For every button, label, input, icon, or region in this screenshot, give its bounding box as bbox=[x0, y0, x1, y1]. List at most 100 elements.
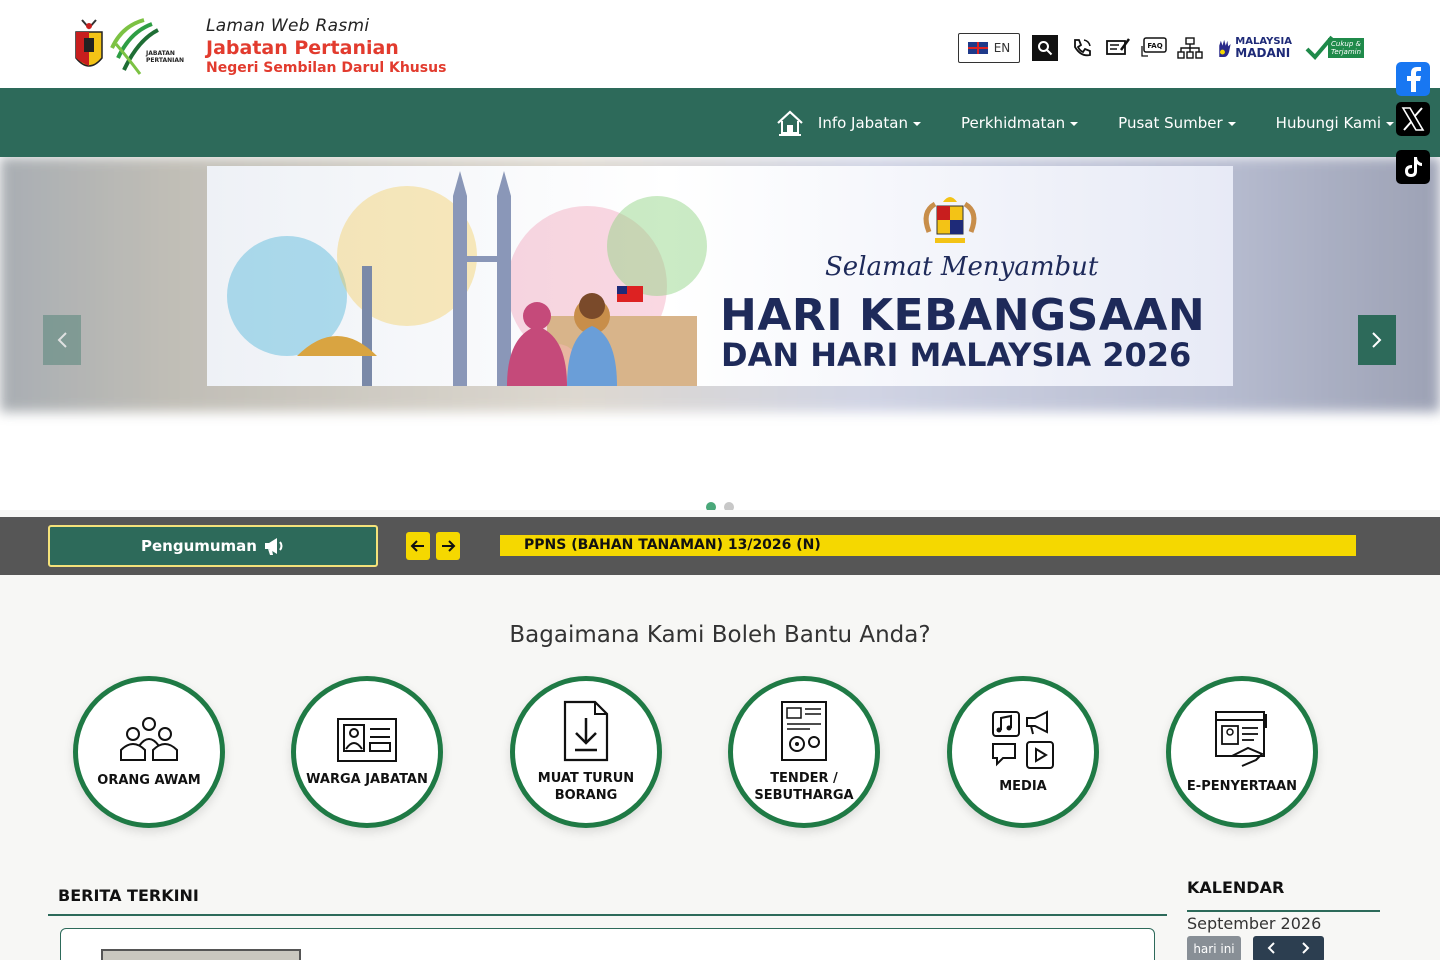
chevron-left-icon bbox=[1267, 941, 1275, 954]
nav-item-label: Perkhidmatan bbox=[960, 113, 1066, 132]
contact-phone-button[interactable] bbox=[1068, 34, 1096, 62]
main-navigation: Info Jabatan Perkhidmatan Pusat Sumber H… bbox=[0, 88, 1440, 157]
calendar-today-button[interactable]: hari ini bbox=[1187, 936, 1241, 960]
media-icon bbox=[992, 709, 1054, 769]
help-section-title: Bagaimana Kami Boleh Bantu Anda? bbox=[509, 622, 931, 648]
public-people-icon bbox=[120, 716, 178, 761]
service-warga-jabatan[interactable]: WARGA JABATAN bbox=[291, 676, 443, 828]
service-orang-awam[interactable]: ORANG AWAM bbox=[73, 676, 225, 828]
title-line-department: Jabatan Pertanian bbox=[206, 37, 399, 59]
calendar-prev-button[interactable] bbox=[1266, 940, 1276, 959]
x-icon bbox=[1401, 107, 1425, 131]
service-e-penyertaan[interactable]: E-PENYERTAAN bbox=[1166, 676, 1318, 828]
city-skyline-illustration bbox=[227, 171, 707, 386]
slide-headline-2: DAN HARI MALAYSIA 2026 bbox=[721, 336, 1192, 374]
tiktok-icon bbox=[1405, 157, 1422, 177]
ticker-next-button[interactable] bbox=[436, 532, 460, 560]
feedback-button[interactable] bbox=[1104, 34, 1132, 62]
faq-button[interactable]: FAQ bbox=[1140, 34, 1168, 62]
ticker-prev-button[interactable] bbox=[406, 532, 430, 560]
calendar-nav bbox=[1253, 936, 1324, 960]
search-icon bbox=[1038, 41, 1053, 56]
service-label: MUAT TURUN BORANG bbox=[537, 771, 635, 803]
service-label: TENDER / SEBUTHARGA bbox=[754, 771, 854, 803]
hero-slider: Selamat Menyambut HARI KEBANGSAAN DAN HA… bbox=[0, 157, 1440, 510]
nav-perkhidmatan[interactable]: Perkhidmatan bbox=[960, 113, 1079, 132]
megaphone-icon bbox=[265, 538, 283, 555]
agriculture-logo[interactable] bbox=[108, 18, 194, 76]
announcement-button[interactable]: Pengumuman bbox=[48, 525, 378, 567]
site-header: JABATAN PERTANIAN Laman Web Rasmi Jabata… bbox=[0, 0, 1440, 88]
caret-down-icon bbox=[1070, 121, 1079, 126]
announcement-label: Pengumuman bbox=[140, 537, 257, 555]
home-button[interactable] bbox=[776, 109, 804, 137]
calendar-next-button[interactable] bbox=[1301, 940, 1311, 959]
state-crest-logo[interactable] bbox=[72, 16, 106, 76]
sitemap-button[interactable] bbox=[1176, 34, 1204, 62]
national-crest-icon bbox=[923, 197, 977, 243]
cukup-line1: Cukup & bbox=[1331, 40, 1361, 48]
feedback-icon bbox=[1106, 38, 1131, 55]
nav-info-jabatan[interactable]: Info Jabatan bbox=[818, 114, 921, 132]
facebook-icon bbox=[1407, 67, 1421, 92]
cukup-terjamin-logo[interactable]: Cukup & Terjamin bbox=[1304, 33, 1368, 63]
service-label: WARGA JABATAN bbox=[306, 771, 428, 787]
madani-line2: MADANI bbox=[1235, 45, 1291, 60]
service-media[interactable]: MEDIA bbox=[947, 676, 1099, 828]
slider-prev-button[interactable] bbox=[43, 315, 81, 365]
news-divider bbox=[48, 914, 1167, 916]
download-document-icon bbox=[563, 700, 609, 762]
facebook-button[interactable] bbox=[1396, 62, 1430, 96]
title-line-official: Laman Web Rasmi bbox=[206, 16, 370, 36]
news-section-title: BERITA TERKINI bbox=[58, 886, 199, 905]
calendar-divider bbox=[1187, 910, 1380, 912]
caret-down-icon bbox=[1227, 121, 1236, 126]
nav-item-label: Hubungi Kami bbox=[1275, 113, 1381, 132]
header-tools: EN FAQ MALAYSIA MADANI Cukup & Terjamin bbox=[958, 32, 1368, 64]
caret-down-icon bbox=[1386, 121, 1394, 126]
nav-pusat-sumber[interactable]: Pusat Sumber bbox=[1118, 114, 1236, 132]
slide-headline-1: HARI KEBANGSAAN bbox=[720, 290, 1206, 341]
service-tender-sebutharga[interactable]: TENDER / SEBUTHARGA bbox=[728, 676, 880, 828]
cukup-line2: Terjamin bbox=[1331, 48, 1362, 56]
tender-document-icon bbox=[781, 701, 827, 761]
slider-dot-2[interactable] bbox=[724, 502, 734, 510]
search-button[interactable] bbox=[1032, 35, 1058, 61]
service-muat-turun-borang[interactable]: MUAT TURUN BORANG bbox=[510, 676, 662, 828]
slide-greeting: Selamat Menyambut bbox=[825, 252, 1099, 282]
caret-down-icon bbox=[912, 121, 921, 126]
x-twitter-button[interactable] bbox=[1396, 102, 1430, 136]
faq-icon: FAQ bbox=[1141, 37, 1167, 57]
nav-item-label: Pusat Sumber bbox=[1118, 113, 1223, 132]
agriculture-logo-text: JABATAN PERTANIAN bbox=[146, 50, 185, 64]
slider-dot-1[interactable] bbox=[706, 502, 716, 510]
staff-id-card-icon bbox=[337, 717, 397, 762]
title-line-state: Negeri Sembilan Darul Khusus bbox=[206, 60, 447, 76]
slider-next-button[interactable] bbox=[1358, 315, 1396, 365]
arrow-right-icon bbox=[442, 540, 456, 552]
calendar-title: KALENDAR bbox=[1187, 878, 1285, 897]
news-card[interactable] bbox=[60, 928, 1155, 960]
slider-dots bbox=[706, 502, 734, 510]
site-title[interactable]: Laman Web Rasmi Jabatan Pertanian Negeri… bbox=[206, 16, 446, 76]
nav-hubungi-kami[interactable]: Hubungi Kami bbox=[1276, 114, 1394, 132]
chevron-right-icon bbox=[1372, 332, 1382, 348]
news-thumbnail[interactable] bbox=[101, 949, 301, 960]
service-label: MEDIA bbox=[999, 778, 1047, 794]
announcement-ticker[interactable]: PPNS (BAHAN TANAMAN) 13/2026 (N) bbox=[500, 535, 1356, 556]
malaysia-madani-logo[interactable]: MALAYSIA MADANI bbox=[1216, 34, 1292, 62]
tiktok-button[interactable] bbox=[1396, 150, 1430, 184]
home-icon bbox=[777, 110, 803, 136]
slide-hari-kebangsaan[interactable]: Selamat Menyambut HARI KEBANGSAAN DAN HA… bbox=[207, 166, 1233, 386]
chevron-left-icon bbox=[57, 332, 67, 348]
language-label: EN bbox=[993, 41, 1011, 55]
service-label: ORANG AWAM bbox=[97, 772, 201, 788]
arrow-left-icon bbox=[410, 540, 424, 552]
sitemap-icon bbox=[1177, 37, 1203, 59]
madani-hand-icon bbox=[1219, 39, 1231, 57]
e-participation-icon bbox=[1215, 710, 1267, 767]
language-button[interactable]: EN bbox=[958, 33, 1020, 63]
nav-item-label: Info Jabatan bbox=[817, 113, 908, 132]
calendar-month: September 2026 bbox=[1187, 914, 1322, 933]
phone-icon bbox=[1074, 39, 1091, 57]
